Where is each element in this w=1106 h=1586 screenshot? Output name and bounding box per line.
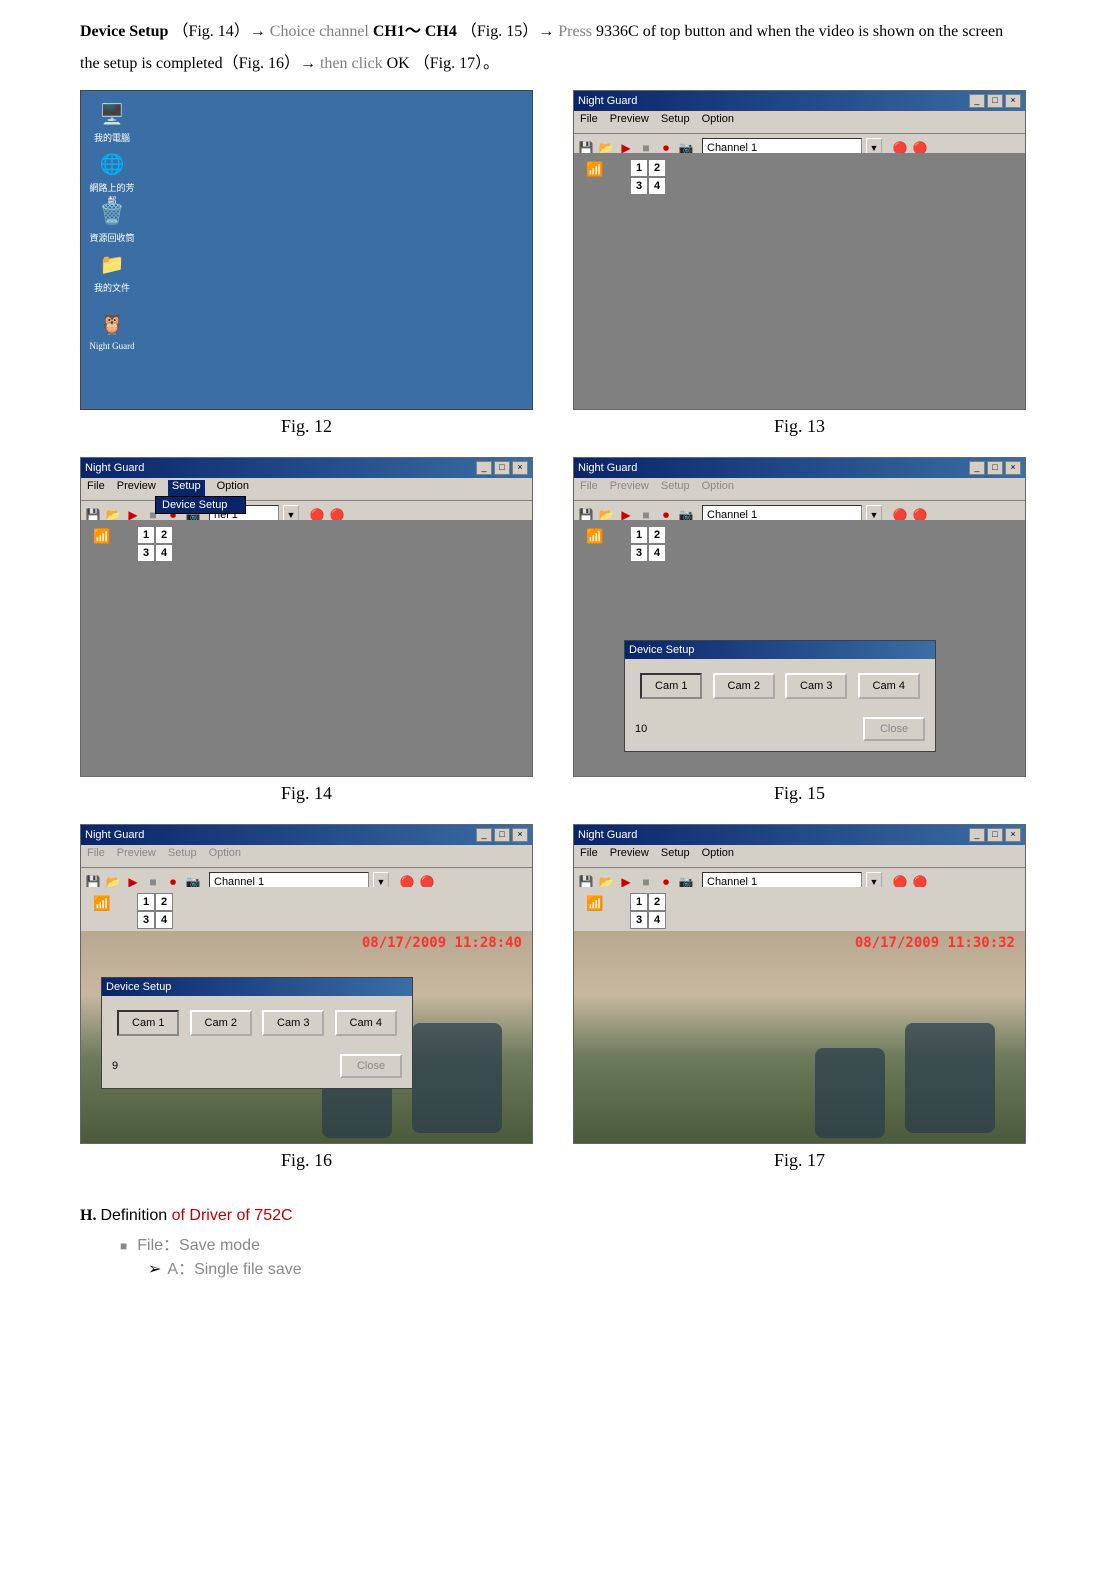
dropdown-device-setup[interactable]: Device Setup [156, 497, 245, 513]
bullet-file-save-mode: File：Save mode [120, 1231, 1026, 1255]
video-timestamp: 08/17/2009 11:28:40 [362, 935, 522, 951]
fig13-app-window: Night Guard _ □ × File Preview Setup Opt… [573, 90, 1026, 410]
intro-paragraph: Device Setup （Fig. 14）→ Choice channel C… [80, 16, 1026, 80]
fig16-app-window: Night Guard _ □ × File Preview Setup Opt… [80, 824, 533, 1144]
caption-fig16: Fig. 16 [80, 1150, 533, 1171]
video-timestamp: 08/17/2009 11:30:32 [855, 935, 1015, 951]
fig14-app-window: Night Guard _ □ × File Preview Setup Opt… [80, 457, 533, 777]
desktop-icon-mycomputer[interactable]: 🖥️ 我的電腦 [87, 99, 137, 144]
quad-4[interactable]: 4 [648, 177, 666, 195]
caption-fig14: Fig. 14 [80, 783, 533, 804]
signal-icon: 📶 [580, 161, 603, 178]
intro-device-setup: Device Setup [80, 23, 168, 40]
signal-bars-icon: 📶 [87, 895, 110, 912]
caption-fig15: Fig. 15 [573, 783, 1026, 804]
menu-preview[interactable]: Preview [117, 480, 156, 498]
cam3-button[interactable]: Cam 3 [262, 1010, 324, 1036]
quad-2[interactable]: 2 [648, 159, 666, 177]
cam3-button[interactable]: Cam 3 [785, 673, 847, 699]
desktop-icon-mydocs[interactable]: 📁 我的文件 [87, 249, 137, 294]
caption-fig17: Fig. 17 [573, 1150, 1026, 1171]
cam1-button[interactable]: Cam 1 [640, 673, 702, 699]
fig15-app-window: Night Guard _ □ × File Preview Setup Opt… [573, 457, 1026, 777]
caption-fig13: Fig. 13 [573, 416, 1026, 437]
cam4-button[interactable]: Cam 4 [335, 1010, 397, 1036]
titlebar: Night Guard _ □ × [574, 91, 1025, 111]
cam4-button[interactable]: Cam 4 [858, 673, 920, 699]
dialog-counter: 10 [635, 723, 647, 735]
subitem-single-file-save: A：Single file save [148, 1255, 1026, 1279]
caption-fig12: Fig. 12 [80, 416, 533, 437]
signal-bars-icon: 📶 [580, 895, 603, 912]
device-setup-dialog: Device Setup Cam 1 Cam 2 Cam 3 Cam 4 10 … [624, 640, 936, 752]
menu-preview[interactable]: Preview [610, 113, 649, 131]
cam1-button[interactable]: Cam 1 [117, 1010, 179, 1036]
quad-grid: 1 2 3 4 [630, 159, 666, 195]
menu-option[interactable]: Option [702, 113, 734, 131]
desktop-icon-nightguard[interactable]: 🦉 Night Guard [87, 309, 137, 351]
close-window-button[interactable]: × [512, 461, 528, 475]
fig12-desktop: 🖥️ 我的電腦 🌐 網路上的芳鄰 🗑️ 資源回收筒 📁 我的文件 🦉 [80, 90, 533, 410]
close-window-button[interactable]: × [1005, 94, 1021, 108]
dialog-close-button[interactable]: Close [340, 1054, 402, 1078]
quad-3[interactable]: 3 [630, 177, 648, 195]
desktop-icon-recycle[interactable]: 🗑️ 資源回收筒 [87, 199, 137, 244]
setup-dropdown: Device Setup [155, 496, 246, 514]
menu-setup[interactable]: Setup [661, 113, 690, 131]
minimize-button[interactable]: _ [476, 461, 492, 475]
video-preview [574, 931, 1025, 1143]
menu-file[interactable]: File [580, 113, 598, 131]
cam2-button[interactable]: Cam 2 [190, 1010, 252, 1036]
signal-icon: 📶 [87, 528, 110, 545]
maximize-button[interactable]: □ [987, 94, 1003, 108]
quad-1[interactable]: 1 [630, 159, 648, 177]
dialog-close-button[interactable]: Close [863, 717, 925, 741]
device-setup-dialog: Device Setup Cam 1 Cam 2 Cam 3 Cam 4 9 C… [101, 977, 413, 1089]
menu-file[interactable]: File [87, 480, 105, 498]
dialog-counter: 9 [112, 1060, 118, 1072]
workspace: 📶 1 2 3 4 [574, 153, 1025, 409]
section-h: H. Definition of Driver of 752C File：Sav… [80, 1207, 1026, 1279]
menubar: File Preview Setup Option [574, 111, 1025, 134]
maximize-button[interactable]: □ [494, 461, 510, 475]
minimize-button[interactable]: _ [969, 94, 985, 108]
fig17-app-window: Night Guard _ □ × File Preview Setup Opt… [573, 824, 1026, 1144]
cam2-button[interactable]: Cam 2 [713, 673, 775, 699]
